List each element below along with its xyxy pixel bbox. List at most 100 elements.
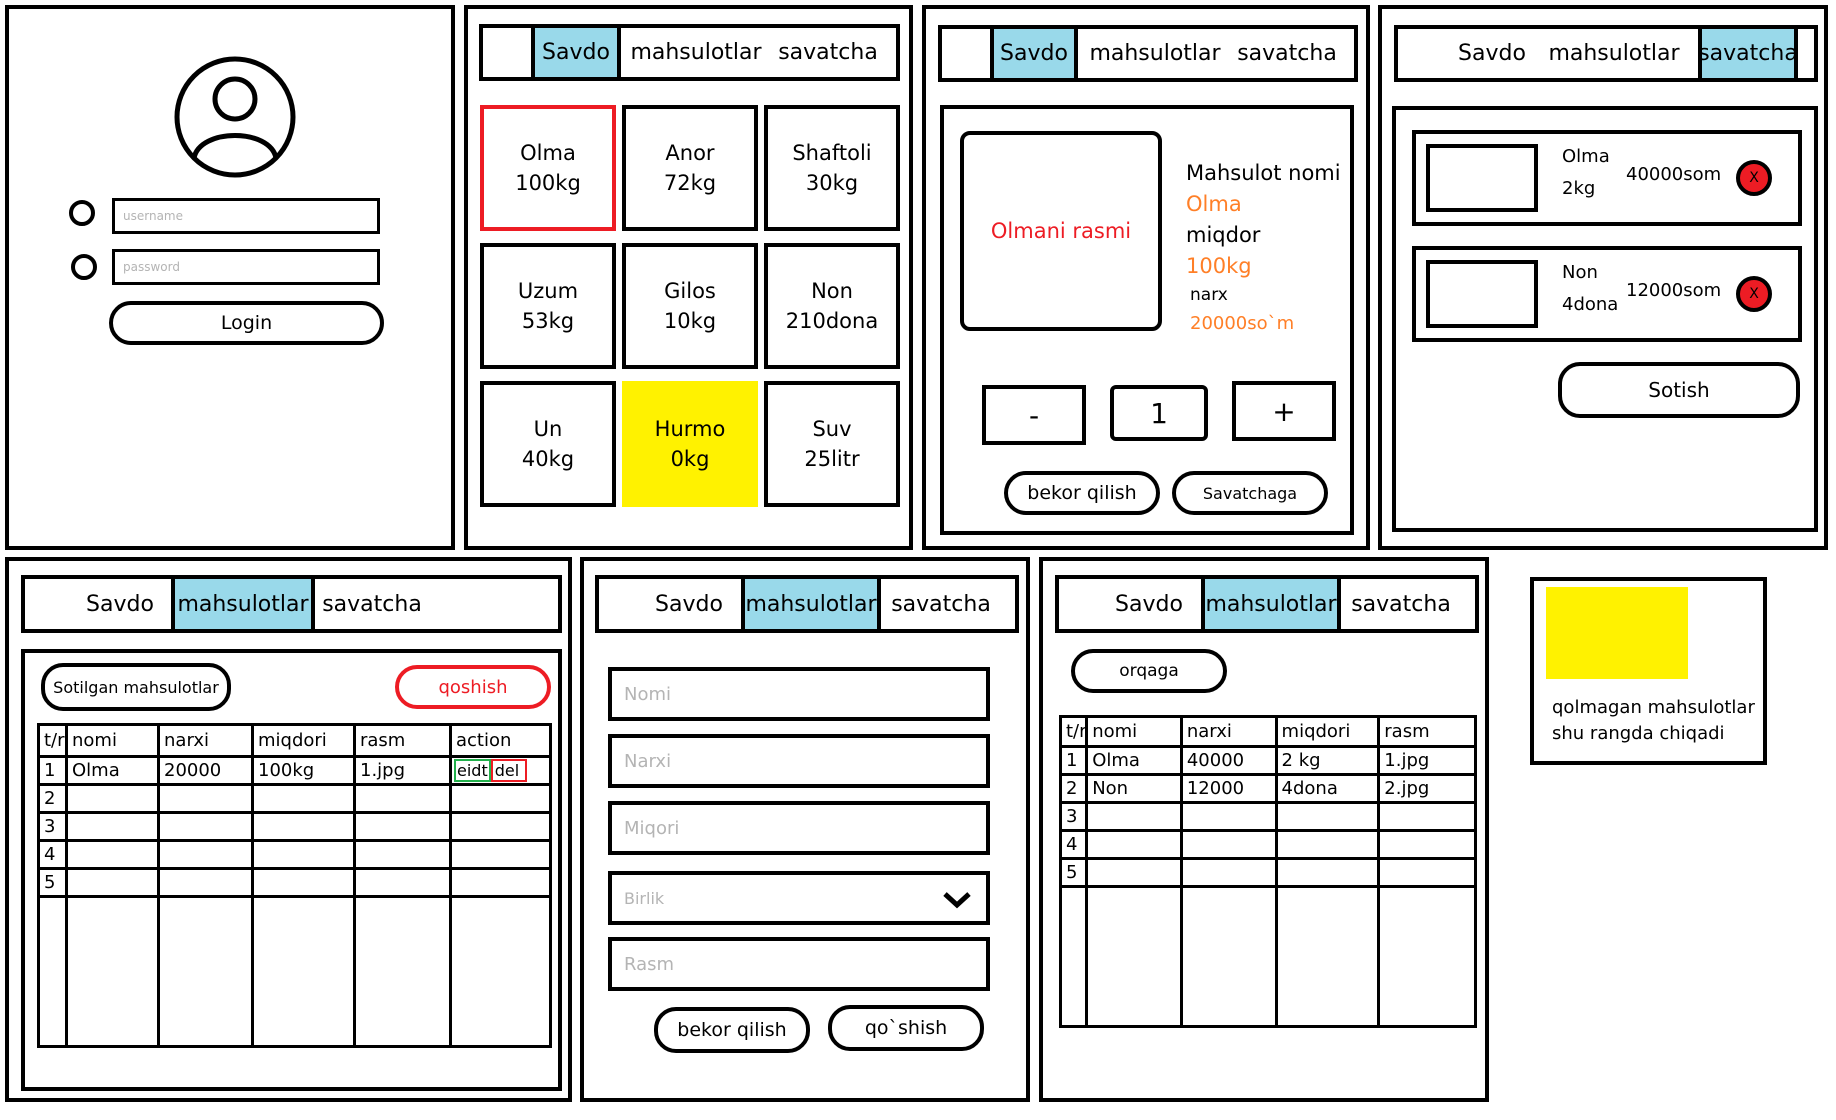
- price-input[interactable]: Narxi: [608, 734, 990, 788]
- cart-item-name: Non: [1562, 262, 1598, 283]
- tab-savatcha[interactable]: savatcha: [317, 579, 427, 629]
- table-row: 1 Olma 20000 100kg 1.jpg eidt del: [37, 755, 552, 786]
- tab-savdo[interactable]: Savdo: [990, 29, 1078, 78]
- tab-mahsulotlar[interactable]: mahsulotlar: [1089, 29, 1220, 78]
- tab-savdo[interactable]: Savdo: [65, 579, 175, 629]
- remove-item-icon[interactable]: X: [1736, 276, 1772, 312]
- cart-item-qty: 2kg: [1562, 178, 1596, 199]
- product-name: Gilos: [664, 278, 716, 303]
- table-row: 2 Non 12000 4dona 2.jpg: [1058, 773, 1477, 804]
- edit-button[interactable]: eidt: [454, 759, 491, 782]
- add-to-cart-button[interactable]: Savatchaga: [1172, 471, 1328, 515]
- tab-savatcha[interactable]: savatcha: [1341, 579, 1461, 629]
- tab-mahsulotlar[interactable]: mahsulotlar: [741, 579, 881, 629]
- product-qty: 0kg: [670, 447, 710, 471]
- product-card[interactable]: Non 210dona: [764, 243, 900, 369]
- image-input[interactable]: Rasm: [608, 937, 990, 991]
- cancel-button[interactable]: bekor qilish: [1004, 471, 1160, 515]
- product-qty: 25litr: [804, 447, 860, 471]
- action-cell: eidt del: [449, 755, 552, 786]
- table-cell: 2 kg: [1274, 745, 1381, 776]
- username-input[interactable]: username: [112, 198, 380, 234]
- table-cell: 1.jpg: [353, 755, 452, 786]
- sold-products-panel: Savdo mahsulotlar savatcha orqaga t/r nom…: [1039, 557, 1489, 1102]
- table-row: 5: [1058, 857, 1477, 888]
- column-header: narxi: [1179, 715, 1278, 748]
- product-card[interactable]: Shaftoli 30kg: [764, 105, 900, 231]
- sold-products-button[interactable]: Sotilgan mahsulotlar: [41, 663, 231, 711]
- chevron-down-icon: [943, 892, 971, 909]
- table-row: 5: [37, 867, 552, 898]
- tab-savatcha[interactable]: savatcha: [1227, 29, 1347, 78]
- login-button[interactable]: Login: [109, 301, 384, 345]
- tab-savatcha[interactable]: savatcha: [881, 579, 1001, 629]
- qty-value: 100kg: [1186, 254, 1252, 278]
- delete-button[interactable]: del: [490, 759, 528, 782]
- table-row: 3: [37, 811, 552, 842]
- product-card[interactable]: Olma 100kg: [480, 105, 616, 231]
- tab-mahsulotlar[interactable]: mahsulotlar: [630, 28, 761, 77]
- back-button[interactable]: orqaga: [1071, 649, 1227, 693]
- cart-item-price: 40000som: [1626, 164, 1722, 185]
- decrease-button[interactable]: -: [982, 385, 1086, 445]
- product-card[interactable]: Gilos 10kg: [622, 243, 758, 369]
- column-header: t/r: [1058, 715, 1089, 748]
- submit-add-button[interactable]: qo`shish: [828, 1005, 984, 1051]
- tab-savdo[interactable]: Savdo: [639, 579, 739, 629]
- tab-savatcha[interactable]: savatcha: [768, 28, 888, 77]
- table-header: t/r nomi narxi miqdori rasm: [1058, 715, 1477, 748]
- table-cell: 5: [1058, 857, 1089, 888]
- products-table: t/r nomi narxi miqdori rasm action 1 Olma 20000 1…: [37, 723, 552, 1048]
- tab-savdo[interactable]: Savdo: [531, 28, 621, 77]
- table-row: 3: [1058, 801, 1477, 832]
- tab-mahsulotlar[interactable]: mahsulotlar: [1548, 29, 1680, 78]
- tab-savatcha[interactable]: savatcha: [1698, 29, 1798, 78]
- top-nav: Savdo mahsulotlar savatcha: [21, 575, 562, 633]
- top-nav: Savdo mahsulotlar savatcha: [1394, 25, 1818, 82]
- product-card[interactable]: Anor 72kg: [622, 105, 758, 231]
- column-header: miqdori: [1274, 715, 1381, 748]
- product-qty: 210dona: [785, 309, 879, 333]
- cancel-button[interactable]: bekor qilish: [654, 1007, 810, 1053]
- tab-mahsulotlar[interactable]: mahsulotlar: [171, 579, 315, 629]
- action-cell: [449, 839, 552, 870]
- column-header: nomi: [65, 723, 160, 758]
- legend-box: qolmagan mahsulotlar shu rangda chiqadi: [1530, 577, 1767, 765]
- cart-item-price: 12000som: [1626, 280, 1722, 301]
- table-cell: [251, 867, 356, 898]
- action-cell: [449, 867, 552, 898]
- product-card[interactable]: Hurmo 0kg: [622, 381, 758, 507]
- product-card[interactable]: Suv 25litr: [764, 381, 900, 507]
- cart-card: Olma 2kg 40000som X Non 4dona 12000som X Sotish: [1392, 106, 1818, 532]
- table-cell: [157, 811, 254, 842]
- top-nav: Savdo mahsulotlar savatcha: [479, 24, 900, 81]
- tab-savdo[interactable]: Savdo: [1442, 29, 1542, 78]
- table-cell: [353, 839, 452, 870]
- cart-item-image: [1426, 144, 1538, 212]
- unit-select[interactable]: Birlik: [608, 871, 990, 925]
- cart-item-name: Olma: [1562, 146, 1610, 167]
- product-qty: 53kg: [521, 309, 575, 333]
- table-cell: 4: [1058, 829, 1089, 860]
- table-cell: [1179, 857, 1278, 888]
- increase-button[interactable]: +: [1232, 381, 1336, 441]
- table-cell: 2.jpg: [1377, 773, 1477, 804]
- table-cell: Olma: [65, 755, 160, 786]
- quantity-input[interactable]: Miqori: [608, 801, 990, 855]
- password-input[interactable]: password: [112, 249, 380, 285]
- top-nav: Savdo mahsulotlar savatcha: [595, 575, 1019, 633]
- column-header: t/r: [37, 723, 68, 758]
- table-cell: [1085, 857, 1183, 888]
- table-cell: 12000: [1179, 773, 1278, 804]
- column-header: action: [449, 723, 552, 758]
- tab-mahsulotlar[interactable]: mahsulotlar: [1201, 579, 1341, 629]
- product-card[interactable]: Uzum 53kg: [480, 243, 616, 369]
- product-name: Suv: [812, 416, 852, 441]
- product-card[interactable]: Un 40kg: [480, 381, 616, 507]
- tab-savdo[interactable]: Savdo: [1099, 579, 1199, 629]
- table-cell: [65, 867, 160, 898]
- sell-button[interactable]: Sotish: [1558, 362, 1800, 418]
- name-input[interactable]: Nomi: [608, 667, 990, 721]
- add-product-button[interactable]: qoshish: [395, 665, 551, 709]
- remove-item-icon[interactable]: X: [1736, 160, 1772, 196]
